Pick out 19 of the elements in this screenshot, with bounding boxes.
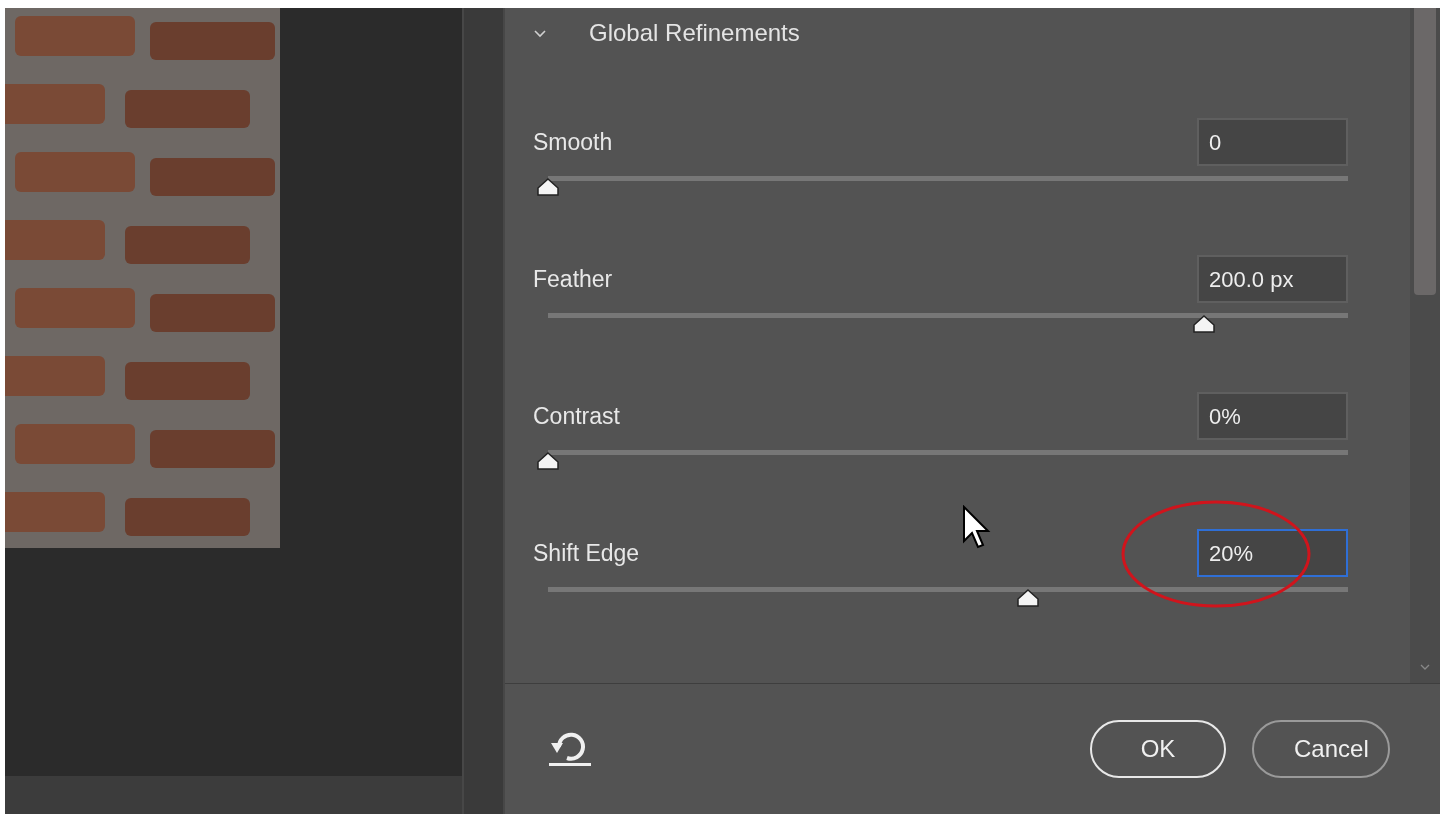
- scrollbar-thumb[interactable]: [1414, 8, 1436, 295]
- dialog-button[interactable]: Cancel: [1252, 720, 1390, 778]
- slider-label: Contrast: [533, 401, 620, 431]
- slider-thumb[interactable]: [536, 177, 560, 197]
- slider-label: Smooth: [533, 127, 613, 157]
- chevron-icon[interactable]: [533, 28, 547, 38]
- slider-thumb[interactable]: [1016, 588, 1040, 608]
- scroll-down-icon[interactable]: [1419, 663, 1431, 671]
- dialog-button[interactable]: OK: [1090, 720, 1226, 778]
- value-field[interactable]: 200.0 px: [1197, 255, 1348, 303]
- value-field[interactable]: 0: [1197, 118, 1348, 166]
- value-field[interactable]: 20%: [1197, 529, 1348, 577]
- value-field[interactable]: 0%: [1197, 392, 1348, 440]
- section-title: Global Refinements: [589, 18, 800, 48]
- cursor-icon: [962, 505, 992, 549]
- slider-thumb[interactable]: [1192, 314, 1216, 334]
- slider-label: Shift Edge: [533, 538, 640, 568]
- slider-thumb[interactable]: [536, 451, 560, 471]
- slider-label: Feather: [533, 264, 613, 294]
